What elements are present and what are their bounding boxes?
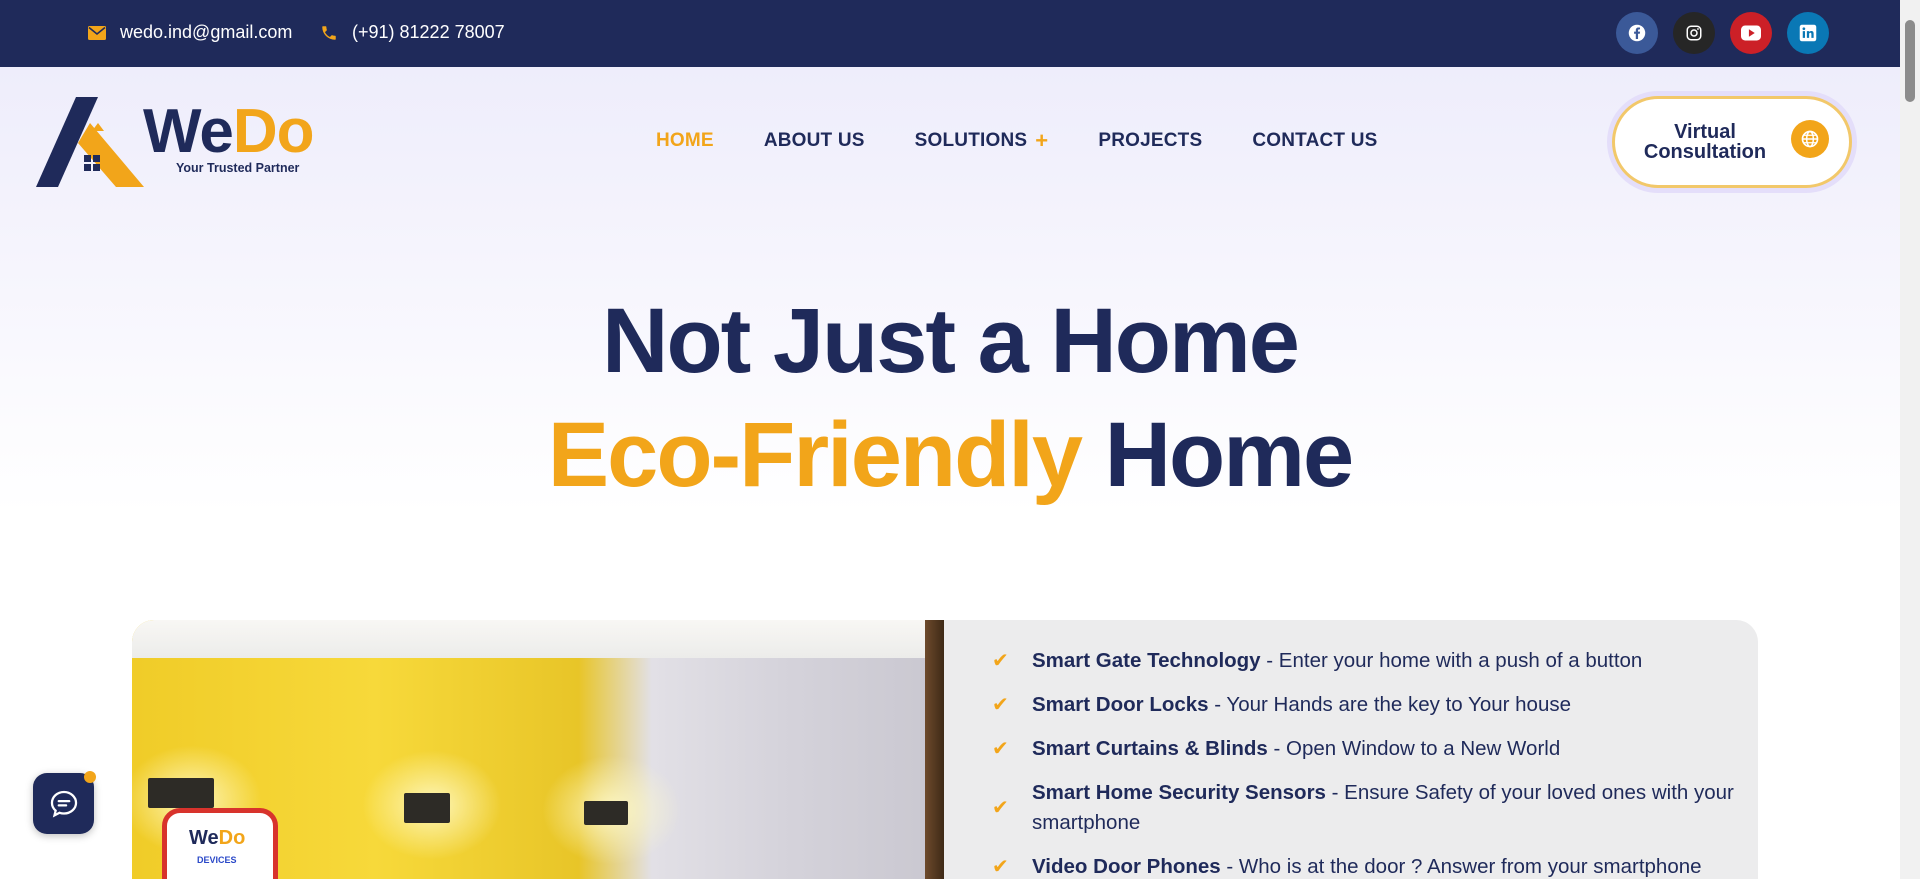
wedo-logo[interactable]: WeDo Your Trusted Partner: [36, 95, 336, 190]
chat-bubble-icon: [50, 790, 77, 817]
notification-dot: [84, 771, 96, 783]
linkedin-icon[interactable]: [1787, 12, 1829, 54]
nav-item-contact[interactable]: CONTACT US: [1252, 130, 1377, 152]
nav-item-home[interactable]: HOME: [656, 130, 714, 152]
wall-lamp: [404, 793, 450, 823]
phone-logo: WeDo: [189, 827, 246, 849]
globe-icon: [1791, 120, 1829, 158]
nav-item-solutions[interactable]: SOLUTIONS +: [915, 130, 1049, 152]
list-item: ✔ Smart Home Security Sensors - Ensure S…: [992, 781, 1734, 834]
wall-lamp: [584, 801, 628, 825]
scrollbar-thumb[interactable]: [1905, 20, 1915, 102]
check-icon: ✔: [992, 694, 1009, 716]
youtube-icon[interactable]: [1730, 12, 1772, 54]
logo-wordmark: WeDo: [143, 97, 315, 166]
facebook-icon[interactable]: [1616, 12, 1658, 54]
feature-list: ✔ Smart Gate Technology - Enter your hom…: [944, 620, 1758, 879]
check-icon: ✔: [992, 856, 1009, 878]
check-icon: ✔: [992, 738, 1009, 760]
phone-devices-label: DEVICES: [197, 855, 237, 865]
hero-title-line2: Eco-Friendly Home: [0, 400, 1900, 510]
page-scrollbar[interactable]: [1900, 0, 1920, 879]
chat-button[interactable]: [33, 771, 96, 834]
social-links: [1616, 12, 1829, 54]
house-logo-icon: [36, 97, 144, 187]
hero-accent-text: Eco-Friendly: [547, 404, 1083, 506]
check-icon: ✔: [992, 797, 1009, 819]
email-text: wedo.ind@gmail.com: [120, 22, 293, 42]
nav-item-projects[interactable]: PROJECTS: [1098, 130, 1202, 152]
email-contact[interactable]: wedo.ind@gmail.com: [88, 22, 292, 43]
list-item: ✔ Smart Gate Technology - Enter your hom…: [992, 646, 1758, 676]
door-frame: [925, 620, 944, 879]
logo-tagline: Your Trusted Partner: [176, 161, 300, 175]
smart-home-image: WeDo DEVICES: [132, 620, 944, 879]
hero-title-line1: Not Just a Home: [602, 290, 1300, 392]
phone-icon: [320, 24, 338, 42]
virtual-consultation-button[interactable]: Virtual Consultation: [1612, 96, 1852, 188]
wall-lamp: [148, 778, 214, 808]
instagram-icon[interactable]: [1673, 12, 1715, 54]
list-item: ✔ Video Door Phones - Who is at the door…: [992, 852, 1758, 879]
phone-contact[interactable]: (+91) 81222 78007: [320, 22, 505, 43]
virtual-consultation-label: Virtual Consultation: [1643, 121, 1767, 163]
envelope-icon: [88, 25, 106, 40]
hero-rest-text: Home: [1104, 404, 1355, 506]
phone-text: (+91) 81222 78007: [352, 22, 505, 42]
check-icon: ✔: [992, 650, 1009, 672]
top-bar: wedo.ind@gmail.com (+91) 81222 78007: [0, 0, 1900, 67]
list-item: ✔ Smart Curtains & Blinds - Open Window …: [992, 734, 1758, 764]
ceiling-decor: [132, 620, 944, 658]
list-item: ✔ Smart Door Locks - Your Hands are the …: [992, 690, 1758, 720]
plus-icon: +: [1035, 128, 1049, 153]
nav-item-about[interactable]: ABOUT US: [764, 130, 865, 152]
main-nav: HOME ABOUT US SOLUTIONS + PROJECTS CONTAC…: [656, 130, 1378, 152]
phone-mockup: WeDo DEVICES: [162, 808, 278, 879]
